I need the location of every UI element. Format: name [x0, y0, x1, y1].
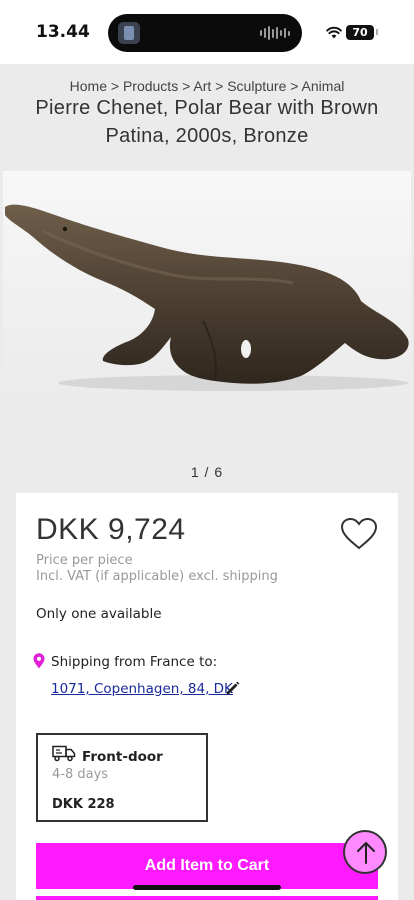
product-image[interactable] — [3, 171, 411, 399]
delivery-option-days: 4-8 days — [52, 767, 109, 782]
delivery-option-price: DKK 228 — [52, 797, 115, 812]
breadcrumb[interactable]: Home > Products > Art > Sculpture > Anim… — [0, 78, 414, 94]
purchase-card: DKK 9,724 Price per piece Incl. VAT (if … — [16, 493, 398, 900]
shipping-address-link[interactable]: 1071, Copenhagen, 84, DK — [51, 681, 233, 697]
polar-bear-sculpture-image — [3, 171, 411, 399]
status-bar: 13.44 70 — [0, 0, 414, 64]
home-indicator[interactable] — [133, 885, 281, 890]
product-header: Home > Products > Art > Sculpture > Anim… — [0, 64, 414, 168]
battery-icon: 70 — [346, 25, 378, 40]
status-time: 13.44 — [36, 22, 90, 42]
vat-note: Incl. VAT (if applicable) excl. shipping — [36, 569, 278, 584]
now-playing-icon — [118, 22, 140, 44]
image-pager: 1 / 6 — [190, 464, 224, 480]
dynamic-island — [108, 14, 302, 52]
price-unit-note: Price per piece — [36, 553, 133, 568]
availability-text: Only one available — [36, 606, 162, 622]
location-pin-icon — [33, 653, 45, 669]
truck-icon — [52, 745, 76, 762]
page-title: Pierre Chenet, Polar Bear with Brown Pat… — [35, 97, 379, 147]
arrow-up-icon — [357, 842, 375, 864]
delivery-option-title: Front-door — [82, 749, 163, 765]
audio-wave-icon — [260, 26, 290, 40]
heart-icon[interactable] — [340, 517, 378, 551]
price: DKK 9,724 — [36, 513, 186, 546]
pencil-icon[interactable] — [224, 680, 241, 697]
wifi-icon — [326, 26, 342, 39]
shipping-from-label: Shipping from France to: — [51, 654, 218, 670]
scroll-to-top-button[interactable] — [343, 830, 387, 874]
secondary-button-edge — [36, 896, 378, 900]
add-to-cart-button[interactable]: Add Item to Cart — [36, 843, 378, 889]
delivery-option-front-door[interactable]: Front-door 4-8 days DKK 228 — [36, 733, 208, 822]
